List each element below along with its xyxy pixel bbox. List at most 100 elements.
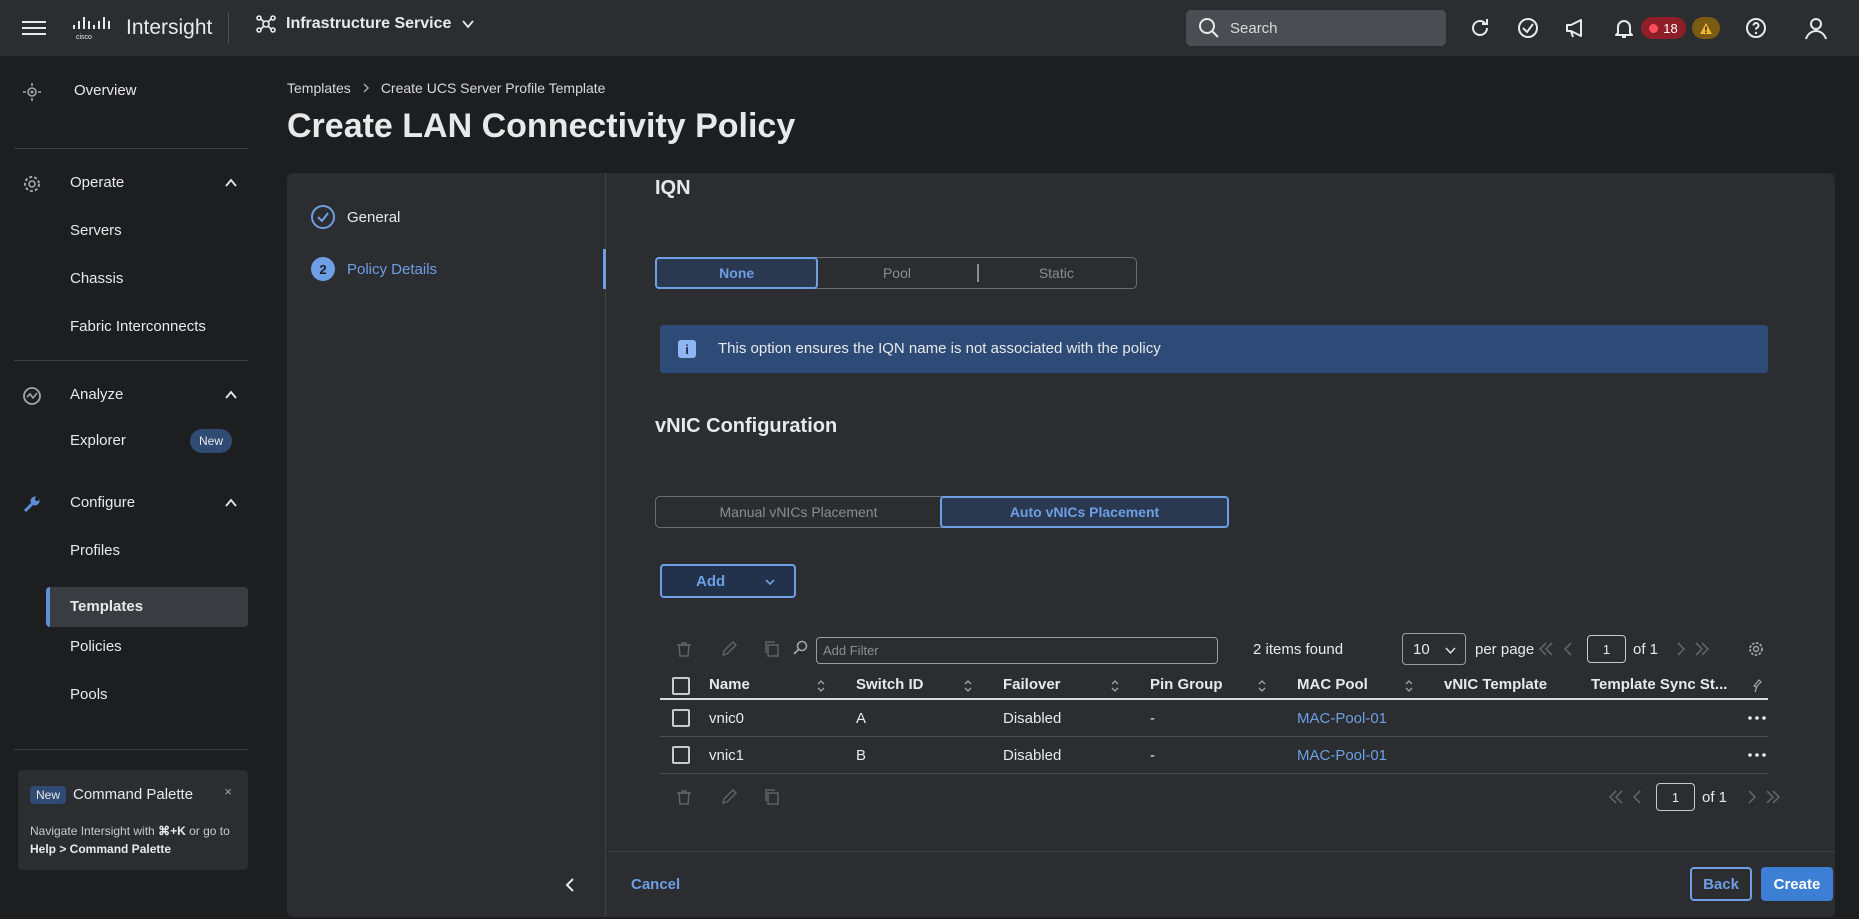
select-all-checkbox[interactable] — [672, 677, 690, 695]
row-actions-ellipsis-icon[interactable] — [1748, 716, 1766, 720]
delete-trash-icon[interactable] — [675, 788, 693, 806]
column-header-mac-pool[interactable]: MAC Pool — [1297, 676, 1368, 693]
last-page-icon[interactable] — [1693, 640, 1711, 658]
last-page-icon[interactable] — [1764, 788, 1782, 806]
clone-copy-icon[interactable] — [763, 640, 781, 658]
previous-page-icon[interactable] — [1629, 788, 1647, 806]
refresh-icon[interactable] — [1466, 14, 1494, 42]
help-icon[interactable] — [1742, 14, 1770, 42]
chevron-down-icon — [462, 20, 475, 29]
sidebar-item-explorer[interactable]: Explorer New — [0, 426, 262, 456]
sort-icon[interactable] — [816, 679, 826, 693]
cancel-button[interactable]: Cancel — [631, 876, 680, 893]
sidebar-item-chassis[interactable]: Chassis — [0, 264, 262, 294]
iqn-option-pool[interactable]: Pool — [817, 258, 976, 288]
page-count-label: of 1 — [1702, 789, 1728, 806]
sidebar-item-fabric-interconnects[interactable]: Fabric Interconnects — [0, 312, 262, 342]
wizard-card: General 2 Policy Details IQN None Pool S… — [287, 173, 1835, 917]
sort-icon[interactable] — [1404, 679, 1414, 693]
collapse-steps-chevron-left-icon[interactable] — [561, 875, 581, 895]
column-header-name[interactable]: Name — [709, 676, 750, 693]
column-header-failover[interactable]: Failover — [1003, 676, 1061, 693]
sidebar-item-pools[interactable]: Pools — [0, 680, 262, 710]
back-button[interactable]: Back — [1690, 867, 1752, 901]
announcements-megaphone-icon[interactable] — [1562, 14, 1590, 42]
per-page-select[interactable]: 10 — [1402, 633, 1466, 665]
add-vnic-button[interactable]: Add — [660, 564, 796, 598]
row-checkbox[interactable] — [672, 709, 690, 727]
first-page-icon[interactable] — [1537, 640, 1555, 658]
next-page-icon[interactable] — [1742, 788, 1760, 806]
vnic-table: Name Switch ID Failover Pin Group MAC Po… — [660, 670, 1768, 774]
search-icon — [1199, 18, 1219, 38]
sort-icon[interactable] — [1257, 679, 1267, 693]
cell-mac-pool-link[interactable]: MAC-Pool-01 — [1297, 710, 1387, 727]
column-header-switch-id[interactable]: Switch ID — [856, 676, 924, 693]
desc-prefix: Navigate Intersight with — [30, 824, 155, 838]
edit-pencil-icon[interactable] — [720, 640, 738, 658]
create-button[interactable]: Create — [1761, 867, 1833, 901]
iqn-option-static[interactable]: Static — [976, 258, 1136, 288]
critical-alarms-badge[interactable]: 18 — [1641, 17, 1686, 39]
tasks-check-icon[interactable] — [1514, 14, 1542, 42]
breadcrumb-templates[interactable]: Templates — [287, 80, 351, 96]
next-page-icon[interactable] — [1671, 640, 1689, 658]
previous-page-icon[interactable] — [1560, 640, 1578, 658]
menu-icon[interactable] — [22, 17, 46, 39]
column-header-pin-group[interactable]: Pin Group — [1150, 676, 1223, 693]
user-profile-icon[interactable] — [1802, 14, 1830, 42]
service-name: Infrastructure Service — [286, 15, 452, 32]
table-filter-input[interactable] — [816, 637, 1218, 664]
step-policy-details[interactable]: 2 Policy Details — [311, 257, 437, 281]
chevron-down-icon — [1445, 647, 1456, 655]
cell-name: vnic0 — [709, 710, 745, 727]
service-network-icon — [256, 15, 276, 33]
page-number-input[interactable] — [1587, 635, 1626, 663]
sidebar-label: Templates — [70, 598, 144, 615]
auto-vnics-placement[interactable]: Auto vNICs Placement — [940, 496, 1229, 528]
table-row: vnic0 A Disabled - MAC-Pool-01 — [660, 700, 1768, 737]
sidebar-item-configure[interactable]: Configure — [0, 488, 262, 518]
sidebar-item-templates[interactable]: Templates — [46, 587, 248, 627]
column-header-vnic-template[interactable]: vNIC Template — [1444, 676, 1547, 693]
column-pin-icon[interactable] — [1750, 679, 1762, 693]
edit-pencil-icon[interactable] — [720, 788, 738, 806]
cell-failover: Disabled — [1003, 710, 1062, 727]
first-page-icon[interactable] — [1607, 788, 1625, 806]
cell-mac-pool-link[interactable]: MAC-Pool-01 — [1297, 747, 1387, 764]
delete-trash-icon[interactable] — [675, 640, 693, 658]
sidebar-item-overview[interactable]: Overview — [0, 76, 262, 106]
notifications-bell-icon[interactable] — [1610, 14, 1638, 42]
sidebar-item-operate[interactable]: Operate — [0, 168, 262, 198]
critical-alarms-count: 18 — [1663, 20, 1678, 36]
items-found-count: 2 items found — [1253, 641, 1344, 658]
breadcrumb-create-template[interactable]: Create UCS Server Profile Template — [381, 80, 606, 96]
sidebar-item-policies[interactable]: Policies — [0, 632, 262, 662]
service-switcher[interactable]: Infrastructure Service — [256, 14, 475, 34]
close-icon[interactable]: × — [224, 784, 232, 799]
page-count-label: of 1 — [1633, 641, 1659, 658]
clone-copy-icon[interactable] — [763, 788, 781, 806]
step-general[interactable]: General — [311, 205, 400, 229]
column-header-template-sync-status[interactable]: Template Sync St... — [1591, 676, 1741, 693]
table-settings-gear-icon[interactable] — [1747, 640, 1765, 658]
sidebar-item-servers[interactable]: Servers — [0, 216, 262, 246]
manual-vnics-placement[interactable]: Manual vNICs Placement — [656, 497, 941, 527]
row-actions-ellipsis-icon[interactable] — [1748, 753, 1766, 757]
sidebar-label: Overview — [74, 82, 137, 99]
sidebar-item-analyze[interactable]: Analyze — [0, 380, 262, 410]
sort-icon[interactable] — [963, 679, 973, 693]
cell-failover: Disabled — [1003, 747, 1062, 764]
add-label: Add — [696, 573, 726, 590]
vnic-placement-options: Manual vNICs Placement Auto vNICs Placem… — [655, 496, 1229, 528]
row-checkbox[interactable] — [672, 746, 690, 764]
global-search[interactable] — [1186, 10, 1446, 46]
warning-alarms-badge[interactable] — [1692, 17, 1720, 39]
iqn-option-none[interactable]: None — [655, 257, 819, 289]
sort-icon[interactable] — [1110, 679, 1120, 693]
new-badge: New — [30, 786, 67, 804]
sidebar-item-profiles[interactable]: Profiles — [0, 536, 262, 566]
page-number-input[interactable] — [1656, 783, 1695, 811]
sidebar-label: Operate — [70, 174, 125, 191]
search-input[interactable] — [1230, 19, 1430, 37]
